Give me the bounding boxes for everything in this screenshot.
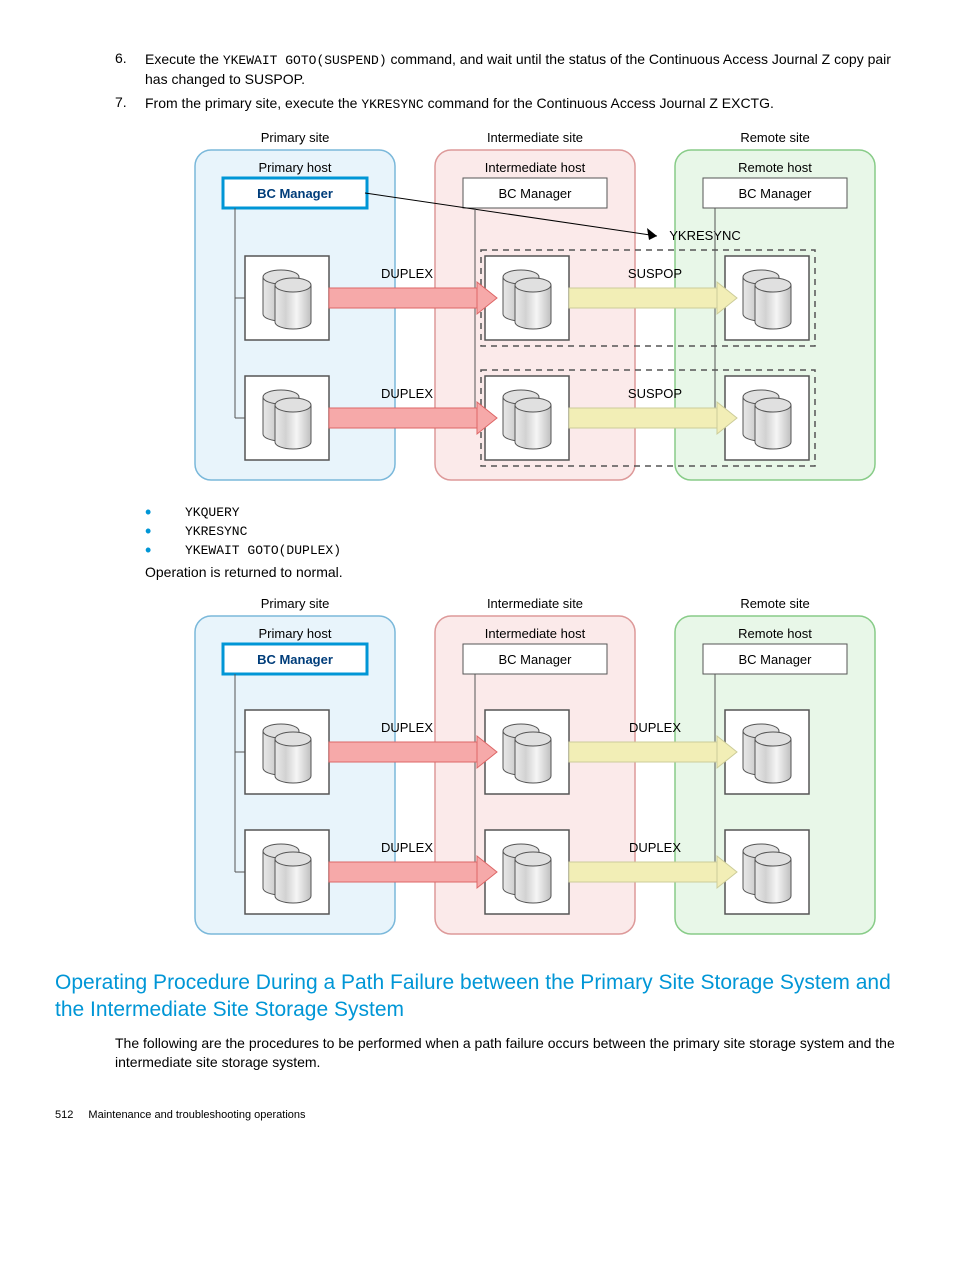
diagram-normal: Primary site Intermediate site Remote si… (185, 594, 899, 945)
step-7: 7. From the primary site, execute the YK… (115, 94, 899, 114)
svg-text:Remote site: Remote site (740, 130, 809, 145)
code: YKRESYNC (361, 97, 423, 112)
step-text: From the primary site, execute the YKRES… (145, 94, 899, 114)
bullet-icon: • (145, 543, 185, 558)
svg-text:Intermediate site: Intermediate site (487, 596, 583, 611)
svg-text:BC Manager: BC Manager (499, 652, 573, 667)
step-6: 6. Execute the YKEWAIT GOTO(SUSPEND) com… (115, 50, 899, 88)
storage-box (245, 256, 329, 340)
svg-text:BC Manager: BC Manager (499, 186, 573, 201)
svg-text:DUPLEX: DUPLEX (629, 840, 681, 855)
svg-text:Primary site: Primary site (261, 130, 330, 145)
footer-title: Maintenance and troubleshooting operatio… (88, 1109, 305, 1121)
svg-text:Remote host: Remote host (738, 160, 812, 175)
step-num: 7. (115, 94, 145, 114)
svg-text:BC Manager: BC Manager (257, 186, 333, 201)
svg-text:BC Manager: BC Manager (739, 652, 813, 667)
ykresync-label: YKRESYNC (669, 228, 741, 243)
svg-text:Primary host: Primary host (259, 626, 332, 641)
step-num: 6. (115, 50, 145, 88)
bullet-icon: • (145, 524, 185, 539)
intro-text: The following are the procedures to be p… (115, 1034, 899, 1073)
svg-text:Primary site: Primary site (261, 596, 330, 611)
svg-text:DUPLEX: DUPLEX (381, 386, 433, 401)
svg-text:Remote host: Remote host (738, 626, 812, 641)
page-number: 512 (55, 1109, 73, 1121)
storage-box (245, 376, 329, 460)
code: YKEWAIT GOTO(SUSPEND) (223, 53, 387, 68)
svg-text:Intermediate site: Intermediate site (487, 130, 583, 145)
svg-text:BC Manager: BC Manager (739, 186, 813, 201)
svg-text:DUPLEX: DUPLEX (381, 266, 433, 281)
bullet-icon: • (145, 505, 185, 520)
svg-text:SUSPOP: SUSPOP (628, 386, 682, 401)
diagram-ykresync: Primary site Intermediate site Remote si… (185, 128, 899, 491)
svg-text:SUSPOP: SUSPOP (628, 266, 682, 281)
svg-text:DUPLEX: DUPLEX (629, 720, 681, 735)
op-return-text: Operation is returned to normal. (145, 564, 899, 580)
svg-text:BC Manager: BC Manager (257, 652, 333, 667)
section-heading: Operating Procedure During a Path Failur… (55, 969, 899, 1024)
svg-text:Intermediate host: Intermediate host (485, 626, 586, 641)
svg-text:DUPLEX: DUPLEX (381, 840, 433, 855)
bullet-list: • YKQUERY • YKRESYNC • YKEWAIT GOTO(DUPL… (145, 505, 899, 558)
svg-text:Primary host: Primary host (259, 160, 332, 175)
svg-text:Remote site: Remote site (740, 596, 809, 611)
bullet-item: • YKRESYNC (145, 524, 899, 539)
step-text: Execute the YKEWAIT GOTO(SUSPEND) comman… (145, 50, 899, 88)
page-footer: 512 Maintenance and troubleshooting oper… (55, 1109, 899, 1121)
svg-text:DUPLEX: DUPLEX (381, 720, 433, 735)
bullet-item: • YKQUERY (145, 505, 899, 520)
bullet-item: • YKEWAIT GOTO(DUPLEX) (145, 543, 899, 558)
svg-text:Intermediate host: Intermediate host (485, 160, 586, 175)
